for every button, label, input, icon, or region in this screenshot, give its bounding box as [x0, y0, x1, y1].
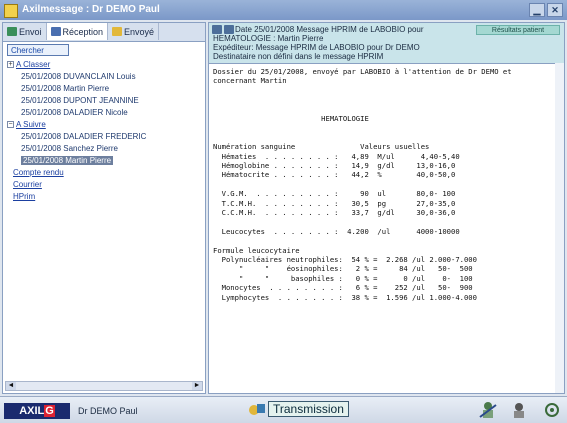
axilog-logo: AXILG	[4, 403, 70, 419]
body-line: HEMATOLOGIE	[213, 114, 369, 123]
transmission-icon	[248, 401, 266, 417]
message-header: Date 25/01/2008 Message HPRIM de LABOBIO…	[209, 23, 564, 64]
results-badge[interactable]: Résultats patient	[476, 25, 560, 35]
transmission-button[interactable]: Transmission	[248, 401, 349, 417]
tree-message[interactable]: 25/01/2008 Martin Pierre	[7, 83, 203, 95]
tree-label: 25/01/2008 Martin Pierre	[21, 156, 114, 165]
tree-message[interactable]: 25/01/2008 Sanchez Pierre	[7, 143, 203, 155]
inbox-icon	[50, 27, 61, 36]
body-line: concernant Martin	[213, 76, 287, 86]
tree-label: Compte rendu	[13, 168, 64, 177]
message-tree: + A Classer 25/01/2008 DUVANCLAIN Louis 25/…	[7, 59, 203, 203]
close-button[interactable]: ✕	[547, 3, 563, 17]
window-title: Axilmessage : Dr DEMO Paul	[22, 4, 160, 15]
message-viewer: Date 25/01/2008 Message HPRIM de LABOBIO…	[208, 22, 565, 394]
tree-folder[interactable]: + A Classer	[7, 59, 203, 71]
expand-toggle-icon[interactable]: +	[7, 61, 14, 69]
tree-label: 25/01/2008 DUPONT JEANNINE	[21, 96, 139, 105]
tree-label: 25/01/2008 DALADIER Nicole	[21, 108, 128, 117]
message-date-subject: Date 25/01/2008 Message HPRIM de LABOBIO…	[235, 25, 424, 34]
search-button[interactable]: Chercher	[7, 44, 69, 56]
app-icon	[4, 4, 18, 18]
body-line: Lymphocytes . . . . . . . : 38 % = 1.596…	[213, 292, 477, 302]
body-line: V.G.M. . . . . . . . . . : 90 ul 80,0- 1…	[213, 189, 456, 199]
print-icon[interactable]	[212, 25, 222, 34]
tree-label: A Suivre	[16, 120, 46, 129]
settings-icon[interactable]	[542, 401, 562, 419]
tree-message[interactable]: 25/01/2008 DUVANCLAIN Louis	[7, 71, 203, 83]
doctor-icon[interactable]	[478, 401, 498, 419]
tree-label: 25/01/2008 Martin Pierre	[21, 84, 110, 93]
body-line: Numération sanguine Valeurs usuelles	[213, 142, 430, 152]
body-line: " " basophiles : 0 % = 0 /ul 0- 100	[213, 273, 473, 283]
current-user: Dr DEMO Paul	[78, 406, 138, 416]
body-line: " " éosinophiles: 2 % = 84 /ul 50- 500	[213, 264, 473, 274]
body-line: C.C.M.H. . . . . . . . . : 33,7 g/dl 30,…	[213, 208, 456, 217]
folder-pane: Envoi Réception Envoyé Chercher + A Class…	[2, 22, 206, 394]
tree-label: 25/01/2008 Sanchez Pierre	[21, 144, 118, 153]
app-window: Axilmessage : Dr DEMO Paul ▁ ✕ Envoi Réc…	[0, 0, 567, 423]
tree-message-selected[interactable]: 25/01/2008 Martin Pierre	[7, 155, 203, 167]
tree-message[interactable]: 25/01/2008 DALADIER Nicole	[7, 107, 203, 119]
vertical-scrollbar[interactable]	[555, 63, 564, 393]
message-sender: Expéditeur: Message HPRIM de LABOBIO pou…	[213, 43, 420, 52]
body-line: Leucocytes . . . . . . . : 4.200 /ul 400…	[213, 226, 460, 236]
expand-toggle-icon[interactable]: −	[7, 121, 14, 129]
logo-text-g: G	[44, 405, 55, 417]
status-bar: AXILG Dr DEMO Paul Transmission	[0, 396, 567, 423]
tree-link[interactable]: Courrier	[7, 179, 203, 191]
message-subject-line2: HEMATOLOGIE : Martin Pierre	[213, 34, 324, 43]
logo-text: AXIL	[19, 405, 45, 417]
body-line: Formule leucocytaire	[213, 245, 300, 255]
tree-link[interactable]: HPrim	[7, 191, 203, 203]
user-search-icon[interactable]	[510, 401, 530, 419]
tab-label: Réception	[62, 26, 104, 37]
mailbox-tabs: Envoi Réception Envoyé	[3, 23, 205, 42]
tree-link[interactable]: Compte rendu	[7, 167, 203, 179]
tree-label: Courrier	[13, 180, 42, 189]
tree-label: HPrim	[13, 192, 36, 201]
tree-label: A Classer	[16, 60, 51, 69]
transmission-label: Transmission	[268, 401, 349, 417]
tab-envoi[interactable]: Envoi	[3, 23, 47, 40]
tree-message[interactable]: 25/01/2008 DUPONT JEANNINE	[7, 95, 203, 107]
scroll-left-arrow-icon[interactable]: ◄	[6, 382, 16, 390]
body-line: Polynucléaires neutrophiles: 54 % = 2.26…	[213, 255, 477, 264]
tree-message[interactable]: 25/01/2008 DALADIER FREDERIC	[7, 131, 203, 143]
body-line: T.C.M.H. . . . . . . . . : 30,5 pg 27,0-…	[213, 198, 456, 208]
minimize-button[interactable]: ▁	[529, 3, 545, 17]
tree-label: 25/01/2008 DUVANCLAIN Louis	[21, 72, 136, 81]
sent-folder-icon	[112, 27, 123, 36]
tree-label: 25/01/2008 DALADIER FREDERIC	[21, 132, 147, 141]
body-line: Dossier du 25/01/2008, envoyé par LABOBI…	[213, 67, 512, 76]
body-line: Monocytes . . . . . . . . : 6 % = 252 /u…	[213, 283, 473, 293]
tab-label: Envoi	[19, 26, 42, 37]
save-icon[interactable]	[224, 25, 234, 34]
horizontal-scrollbar[interactable]: ◄ ►	[5, 381, 203, 391]
body-line: Hématocrite . . . . . . . : 44,2 % 40,0-…	[213, 170, 456, 180]
tree-folder[interactable]: − A Suivre	[7, 119, 203, 131]
tab-label: Envoyé	[124, 26, 155, 37]
body-line: Hémoglobine . . . . . . . : 14,9 g/dl 13…	[213, 161, 456, 170]
body-line: Hématies . . . . . . . . : 4,89 M/ul 4,4…	[213, 151, 460, 161]
tab-envoye[interactable]: Envoyé	[108, 23, 160, 40]
title-bar: Axilmessage : Dr DEMO Paul ▁ ✕	[0, 0, 567, 20]
tab-reception[interactable]: Réception	[46, 23, 109, 40]
scroll-right-arrow-icon[interactable]: ►	[192, 382, 202, 390]
send-icon	[7, 27, 17, 36]
message-recipient: Destinataire non défini dans le message …	[213, 52, 384, 61]
